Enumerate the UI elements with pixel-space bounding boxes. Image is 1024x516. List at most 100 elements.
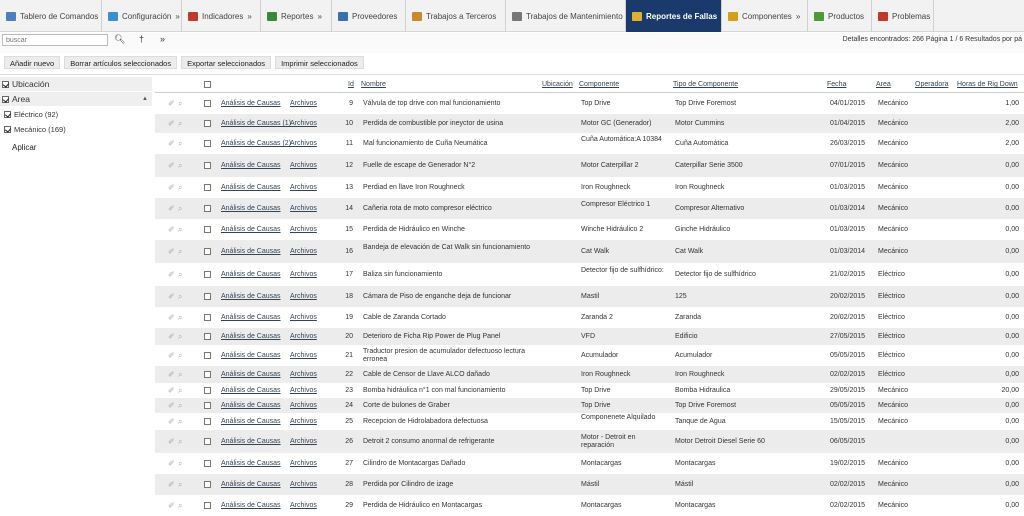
column-header-nombre[interactable]: Nombre <box>361 81 386 88</box>
cell-analisis[interactable]: Análisis de Causas <box>221 333 281 341</box>
row-checkbox[interactable] <box>204 333 211 340</box>
column-header-tipo-de-componente[interactable]: Tipo de Componente <box>673 81 738 88</box>
row-checkbox[interactable] <box>204 140 211 147</box>
row-checkbox[interactable] <box>204 162 211 169</box>
row-checkbox[interactable] <box>204 438 211 445</box>
table-row[interactable]: ✐ ⌕ Análisis de Causas Archivos 23 Bomba hidr… <box>155 383 1024 398</box>
cell-archivos[interactable]: Archivos <box>290 120 317 128</box>
cell-analisis[interactable]: Análisis de Causas <box>221 205 281 213</box>
row-checkbox[interactable] <box>204 248 211 255</box>
cell-analisis[interactable]: Análisis de Causas <box>221 184 281 192</box>
edit-icon[interactable]: ✐ <box>168 225 175 234</box>
cell-archivos[interactable]: Archivos <box>290 371 317 379</box>
cell-analisis[interactable]: Análisis de Causas <box>221 248 281 256</box>
chevron-down-icon[interactable]: » <box>160 34 165 44</box>
table-row[interactable]: ✐ ⌕ Análisis de Causas Archivos 29 Perdida de… <box>155 495 1024 516</box>
row-checkbox[interactable] <box>204 184 211 191</box>
view-icon[interactable]: ⌕ <box>178 417 182 427</box>
filter-item-electrico-92[interactable]: Eléctrico (92) <box>0 107 152 122</box>
column-header-operadora[interactable]: Operadora <box>915 81 948 88</box>
anadir-nuevo-button[interactable]: Añadir nuevo <box>4 56 61 69</box>
chevron-icon[interactable]: » <box>175 12 179 21</box>
row-checkbox[interactable] <box>204 293 211 300</box>
cell-archivos[interactable]: Archivos <box>290 402 317 410</box>
chevron-icon[interactable]: » <box>247 12 251 21</box>
cell-archivos[interactable]: Archivos <box>290 460 317 468</box>
cell-analisis[interactable]: Análisis de Causas <box>221 226 281 234</box>
table-row[interactable]: ✐ ⌕ Análisis de Causas Archivos 28 Perdida po… <box>155 474 1024 495</box>
edit-icon[interactable]: ✐ <box>168 480 175 489</box>
view-icon[interactable]: ⌕ <box>178 270 182 280</box>
row-checkbox[interactable] <box>204 481 211 488</box>
edit-icon[interactable]: ✐ <box>168 270 175 279</box>
cell-analisis[interactable]: Análisis de Causas <box>221 418 281 426</box>
cell-archivos[interactable]: Archivos <box>290 314 317 322</box>
column-header-fecha[interactable]: Fecha <box>827 81 846 88</box>
cell-archivos[interactable]: Archivos <box>290 205 317 213</box>
row-checkbox[interactable] <box>204 460 211 467</box>
view-icon[interactable]: ⌕ <box>178 332 182 342</box>
search-input[interactable] <box>2 34 108 46</box>
view-icon[interactable]: ⌕ <box>178 204 182 214</box>
column-header-horas-de-rig-down[interactable]: Horas de Rig Down <box>957 81 1018 88</box>
view-icon[interactable]: ⌕ <box>178 437 182 447</box>
pin-icon[interactable]: † <box>139 34 144 44</box>
facet-ubicacion[interactable]: Ubicación <box>0 77 152 91</box>
cell-archivos[interactable]: Archivos <box>290 162 317 170</box>
view-icon[interactable]: ⌕ <box>178 247 182 257</box>
view-icon[interactable]: ⌕ <box>178 480 182 490</box>
edit-icon[interactable]: ✐ <box>168 247 175 256</box>
row-checkbox[interactable] <box>204 402 211 409</box>
column-header-componente[interactable]: Componente <box>579 81 619 88</box>
row-checkbox[interactable] <box>204 418 211 425</box>
chevron-icon[interactable]: » <box>317 12 321 21</box>
cell-archivos[interactable]: Archivos <box>290 418 317 426</box>
column-header-ubicacion[interactable]: Ubicación <box>542 81 573 88</box>
row-checkbox[interactable] <box>204 352 211 359</box>
select-all-checkbox[interactable] <box>204 81 211 88</box>
row-checkbox[interactable] <box>204 314 211 321</box>
facet-checkbox[interactable] <box>2 80 9 88</box>
cell-archivos[interactable]: Archivos <box>290 248 317 256</box>
view-icon[interactable]: ⌕ <box>178 313 182 323</box>
edit-icon[interactable]: ✐ <box>168 204 175 213</box>
table-row[interactable]: ✐ ⌕ Análisis de Causas Archivos 12 Fuelle de … <box>155 154 1024 177</box>
row-checkbox[interactable] <box>204 120 211 127</box>
table-row[interactable]: ✐ ⌕ Análisis de Causas Archivos 17 Baliza sin… <box>155 263 1024 286</box>
table-row[interactable]: ✐ ⌕ Análisis de Causas Archivos 22 Cable de C… <box>155 366 1024 383</box>
tab-trabajos-de-mantenimiento[interactable]: Trabajos de Mantenimiento <box>506 0 626 32</box>
tab-productos[interactable]: Productos <box>808 0 872 32</box>
cell-archivos[interactable]: Archivos <box>290 438 317 446</box>
edit-icon[interactable]: ✐ <box>168 99 175 108</box>
table-row[interactable]: ✐ ⌕ Análisis de Causas Archivos 25 Recepcion … <box>155 413 1024 430</box>
edit-icon[interactable]: ✐ <box>168 459 175 468</box>
edit-icon[interactable]: ✐ <box>168 313 175 322</box>
view-icon[interactable]: ⌕ <box>178 139 182 149</box>
cell-analisis[interactable]: Análisis de Causas <box>221 387 281 395</box>
row-checkbox[interactable] <box>204 387 211 394</box>
table-row[interactable]: ✐ ⌕ Análisis de Causas Archivos 19 Cable de Z… <box>155 307 1024 328</box>
column-header-id[interactable]: Id <box>348 81 354 88</box>
cell-archivos[interactable]: Archivos <box>290 226 317 234</box>
cell-analisis[interactable]: Análisis de Causas <box>221 352 281 360</box>
cell-analisis[interactable]: Análisis de Causas <box>221 460 281 468</box>
table-row[interactable]: ✐ ⌕ Análisis de Causas Archivos 9 Válvula de … <box>155 93 1024 114</box>
tab-indicadores[interactable]: Indicadores» <box>182 0 261 32</box>
table-row[interactable]: ✐ ⌕ Análisis de Causas Archivos 15 Perdida de… <box>155 219 1024 240</box>
edit-icon[interactable]: ✐ <box>168 501 175 510</box>
table-row[interactable]: ✐ ⌕ Análisis de Causas Archivos 16 Bandeja de… <box>155 240 1024 263</box>
table-row[interactable]: ✐ ⌕ Análisis de Causas Archivos 26 Detroit 2 … <box>155 430 1024 453</box>
apply-button[interactable]: Aplicar <box>12 143 36 152</box>
cell-analisis[interactable]: Análisis de Causas (2) <box>221 140 291 148</box>
edit-icon[interactable]: ✐ <box>168 139 175 148</box>
row-checkbox[interactable] <box>204 205 211 212</box>
filter-checkbox[interactable] <box>4 111 11 118</box>
row-checkbox[interactable] <box>204 100 211 107</box>
facet-area[interactable]: Area ▲ <box>0 92 152 106</box>
cell-archivos[interactable]: Archivos <box>290 352 317 360</box>
table-row[interactable]: ✐ ⌕ Análisis de Causas Archivos 20 Deterioro … <box>155 328 1024 345</box>
view-icon[interactable]: ⌕ <box>178 161 182 171</box>
cell-analisis[interactable]: Análisis de Causas <box>221 402 281 410</box>
table-row[interactable]: ✐ ⌕ Análisis de Causas Archivos 24 Corte de b… <box>155 398 1024 413</box>
edit-icon[interactable]: ✐ <box>168 386 175 395</box>
